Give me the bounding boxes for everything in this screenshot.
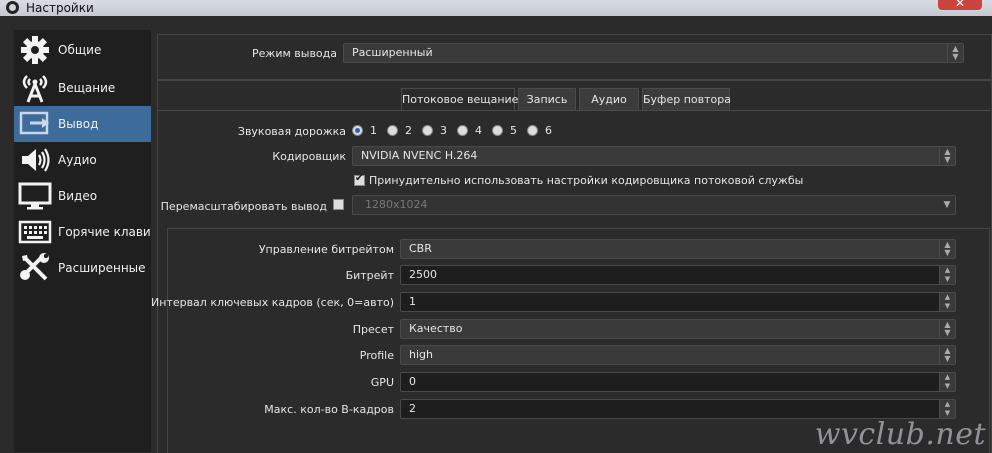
audio-track-radio-3[interactable] <box>422 125 433 136</box>
rate-control-label: Управление битрейтом <box>258 243 394 256</box>
obs-logo-icon <box>6 1 19 14</box>
preset-select[interactable]: Качество ▲ ▼ <box>400 319 956 339</box>
watermark: wvclub.net <box>814 417 986 452</box>
output-mode-value: Расширенный <box>352 46 433 59</box>
sidebar-item-stream[interactable]: Вещание <box>14 70 151 106</box>
chevron-updown-icon: ▲ ▼ <box>939 320 955 338</box>
spin-down-icon[interactable]: ▼ <box>939 382 955 391</box>
sidebar-item-audio[interactable]: Аудио <box>14 142 151 178</box>
gear-icon <box>21 36 49 64</box>
sidebar-item-label: Видео <box>58 189 98 203</box>
output-mode-select[interactable]: Расширенный ▲ ▼ <box>343 43 964 63</box>
sidebar-item-advanced[interactable]: Расширенные <box>14 250 151 286</box>
enforce-encoder-label: Принудительно использовать настройки код… <box>369 174 804 187</box>
chevron-updown-icon: ▲ ▼ <box>947 44 963 62</box>
profile-value: high <box>409 348 433 361</box>
sidebar-item-label: Вывод <box>58 117 99 131</box>
tools-icon <box>20 253 49 281</box>
output-icon <box>19 111 49 135</box>
rescale-resolution-select[interactable]: 1280x1024 ▼ <box>352 195 956 215</box>
audio-track-radio-2[interactable] <box>387 125 398 136</box>
sidebar-item-label: Аудио <box>58 153 97 167</box>
encoder-label: Кодировщик <box>272 150 346 163</box>
tab-streaming[interactable]: Потоковое вещание <box>401 88 518 110</box>
audio-track-option: 6 <box>545 124 552 137</box>
audio-track-group: 1 2 3 4 5 6 <box>352 124 572 139</box>
tab-recording[interactable]: Запись <box>518 88 576 110</box>
sidebar-item-general[interactable]: Общие <box>14 32 151 68</box>
enforce-encoder-checkbox[interactable] <box>354 173 365 186</box>
sidebar-item-video[interactable]: Видео <box>14 178 151 214</box>
spin-down-icon[interactable]: ▼ <box>939 275 955 284</box>
keyboard-icon <box>18 220 52 244</box>
bitrate-value: 2500 <box>409 268 437 281</box>
settings-sidebar: Общие Вещание Вывод Аудио Видео Горячие … <box>14 30 151 452</box>
audio-track-radio-5[interactable] <box>492 125 503 136</box>
spin-up-icon[interactable]: ▲ <box>939 400 955 409</box>
bitrate-spinbox[interactable]: 2500 ▲ ▼ <box>400 265 956 285</box>
bitrate-label: Битрейт <box>345 269 394 282</box>
gpu-spinbox[interactable]: 0 ▲ ▼ <box>400 372 956 392</box>
profile-label: Profile <box>359 349 394 362</box>
audio-track-radio-4[interactable] <box>457 125 468 136</box>
broadcast-icon <box>22 75 48 103</box>
rescale-label: Перемасштабировать вывод <box>160 200 327 213</box>
audio-track-option: 1 <box>370 124 377 137</box>
encoder-select[interactable]: NVIDIA NVENC H.264 ▲ ▼ <box>352 146 956 166</box>
profile-select[interactable]: high ▲ ▼ <box>400 345 956 365</box>
monitor-icon <box>18 182 52 210</box>
chevron-updown-icon: ▲ ▼ <box>939 346 955 364</box>
audio-track-radio-6[interactable] <box>527 125 538 136</box>
audio-track-option: 3 <box>440 124 447 137</box>
gpu-label: GPU <box>370 376 394 389</box>
chevron-down-icon: ▼ <box>943 200 951 210</box>
keyframe-interval-label: Интервал ключевых кадров (сек, 0=авто) <box>151 296 394 309</box>
spin-up-icon[interactable]: ▲ <box>939 373 955 382</box>
audio-track-option: 4 <box>475 124 482 137</box>
spin-up-icon[interactable]: ▲ <box>939 266 955 275</box>
keyframe-interval-value: 1 <box>409 295 416 308</box>
sidebar-item-label: Горячие клавиш <box>58 225 150 239</box>
rescale-checkbox[interactable] <box>333 199 344 210</box>
encoder-value: NVIDIA NVENC H.264 <box>361 149 478 162</box>
tab-divider <box>158 110 990 111</box>
close-button[interactable]: ✕ <box>938 0 982 10</box>
speaker-icon <box>22 148 50 172</box>
tab-bar: Потоковое вещание Запись Аудио Буфер пов… <box>401 88 991 110</box>
audio-track-label: Звуковая дорожка <box>237 125 346 138</box>
preset-label: Пресет <box>352 323 394 336</box>
output-mode-label: Режим вывода <box>252 47 337 60</box>
sidebar-item-output[interactable]: Вывод <box>14 106 151 142</box>
audio-track-radio-1[interactable] <box>352 125 363 136</box>
audio-track-option: 5 <box>510 124 517 137</box>
max-bframes-label: Макс. кол-во B-кадров <box>264 403 394 416</box>
rescale-resolution-value: 1280x1024 <box>365 198 428 211</box>
rate-control-select[interactable]: CBR ▲ ▼ <box>400 239 956 259</box>
spin-up-icon[interactable]: ▲ <box>939 293 955 302</box>
spin-down-icon[interactable]: ▼ <box>939 302 955 311</box>
preset-value: Качество <box>409 322 463 335</box>
window-title: Настройки <box>26 1 94 15</box>
gpu-value: 0 <box>409 375 416 388</box>
chevron-updown-icon: ▲ ▼ <box>939 147 955 165</box>
sidebar-item-label: Расширенные <box>58 261 146 275</box>
rate-control-value: CBR <box>409 242 432 255</box>
max-bframes-spinbox[interactable]: 2 ▲ ▼ <box>400 399 956 419</box>
chevron-updown-icon: ▲ ▼ <box>939 240 955 258</box>
keyframe-interval-spinbox[interactable]: 1 ▲ ▼ <box>400 292 956 312</box>
title-bar: Настройки ✕ <box>0 0 992 16</box>
tab-replay-buffer[interactable]: Буфер повтора <box>642 88 731 110</box>
output-settings-panel: Режим вывода Расширенный ▲ ▼ Потоковое ве… <box>151 30 992 453</box>
sidebar-item-hotkeys[interactable]: Горячие клавиш <box>14 214 151 250</box>
max-bframes-value: 2 <box>409 402 416 415</box>
sidebar-item-label: Общие <box>58 43 102 57</box>
sidebar-item-label: Вещание <box>58 81 116 95</box>
tab-audio[interactable]: Аудио <box>579 88 639 110</box>
audio-track-option: 2 <box>405 124 412 137</box>
